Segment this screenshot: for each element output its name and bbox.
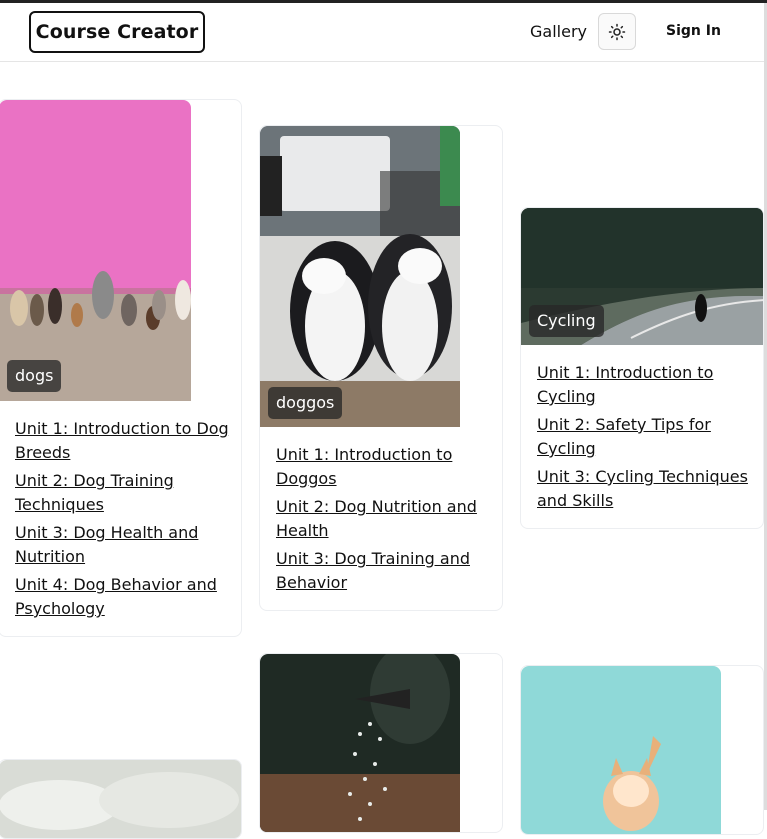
course-card[interactable]: [259, 653, 503, 833]
unit-link[interactable]: Unit 2: Safety Tips for Cycling: [537, 413, 753, 461]
site-header: Course Creator Gallery Sign In: [0, 3, 767, 62]
dogs-photo: [0, 100, 191, 401]
course-image[interactable]: [0, 760, 241, 838]
clouds-photo: [0, 760, 241, 838]
course-image-doggos[interactable]: doggos: [260, 126, 460, 427]
sign-in-link[interactable]: Sign In: [666, 23, 721, 39]
watering-photo: [260, 654, 460, 832]
unit-link[interactable]: Unit 1: Introduction to Doggos: [276, 443, 492, 491]
unit-link[interactable]: Unit 1: Introduction to Cycling: [537, 361, 753, 409]
unit-list: Unit 1: Introduction to Doggos Unit 2: D…: [276, 443, 492, 599]
course-image-dogs[interactable]: dogs: [0, 100, 191, 401]
course-card-cycling[interactable]: Cycling Unit 1: Introduction to Cycling …: [520, 207, 764, 529]
unit-link[interactable]: Unit 1: Introduction to Dog Breeds: [15, 417, 231, 465]
course-tag-dogs: dogs: [7, 360, 62, 392]
unit-link[interactable]: Unit 4: Dog Behavior and Psychology: [15, 573, 231, 621]
nav-gallery-link[interactable]: Gallery: [530, 22, 587, 41]
course-card[interactable]: [0, 759, 242, 839]
course-tag-cycling: Cycling: [529, 305, 604, 337]
huskies-photo: [260, 126, 460, 427]
course-image[interactable]: [260, 654, 460, 832]
unit-link[interactable]: Unit 3: Dog Health and Nutrition: [15, 521, 231, 569]
course-card-dogs[interactable]: dogs Unit 1: Introduction to Dog Breeds …: [0, 99, 242, 637]
theme-toggle-button[interactable]: [598, 13, 636, 50]
course-image-cycling[interactable]: Cycling: [521, 208, 763, 345]
course-card-doggos[interactable]: doggos Unit 1: Introduction to Doggos Un…: [259, 125, 503, 611]
logo-link[interactable]: Course Creator: [29, 11, 205, 53]
unit-link[interactable]: Unit 3: Cycling Techniques and Skills: [537, 465, 753, 513]
unit-link[interactable]: Unit 2: Dog Training Techniques: [15, 469, 231, 517]
unit-list: Unit 1: Introduction to Dog Breeds Unit …: [15, 417, 231, 625]
sun-icon: [608, 23, 626, 40]
unit-list: Unit 1: Introduction to Cycling Unit 2: …: [537, 361, 753, 517]
unit-link[interactable]: Unit 3: Dog Training and Behavior: [276, 547, 492, 595]
course-tag-doggos: doggos: [268, 387, 343, 419]
unit-link[interactable]: Unit 2: Dog Nutrition and Health: [276, 495, 492, 543]
